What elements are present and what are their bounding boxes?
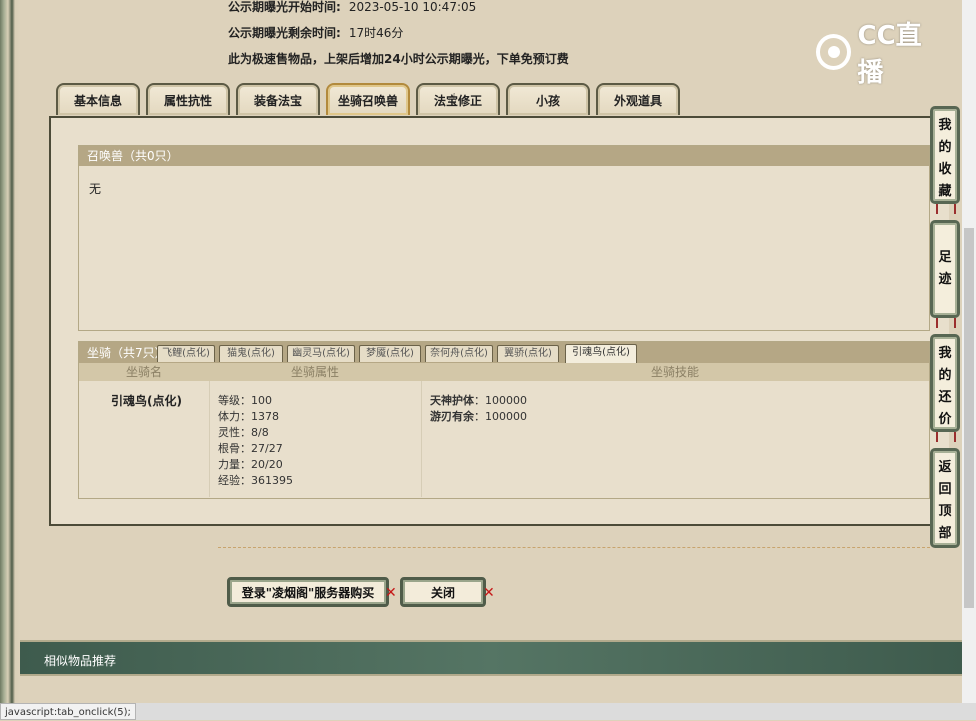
tab-appearance[interactable]: 外观道具 xyxy=(596,83,680,115)
mount-name: 引魂鸟(点化) xyxy=(111,394,182,408)
mount-tab-maogui[interactable]: 猫鬼(点化) xyxy=(219,345,283,362)
attr-value: 1378 xyxy=(251,410,279,423)
browser-status-bar: javascript:tab_onclick(5); xyxy=(0,703,976,720)
mount-section: 坐骑（共7只） 飞鲤(点化) 猫鬼(点化) 幽灵马(点化) 梦魇(点化) 奈何舟… xyxy=(78,341,930,499)
float-label: 我的收藏 xyxy=(938,118,952,199)
tab-label: 属性抗性 xyxy=(163,93,212,108)
attr-key: 经验 xyxy=(218,474,240,487)
publicity-remain: 公示期曝光剩余时间: 17时46分 xyxy=(228,24,403,41)
skill-value: 100000 xyxy=(485,394,527,407)
col-mount-skills: 坐骑技能 xyxy=(421,363,929,381)
tab-label: 坐骑召唤兽 xyxy=(337,93,398,108)
attr-value: 100 xyxy=(251,394,272,407)
mount-attr-strength: 力量：20/20 xyxy=(218,458,283,471)
mount-tab-yinhunniao[interactable]: 引魂鸟(点化) xyxy=(565,344,637,363)
login-buy-button[interactable]: 登录"凌烟阁"服务器购买 xyxy=(227,577,389,607)
tab-basic-info[interactable]: 基本信息 xyxy=(56,83,140,115)
mount-tab-yijiao[interactable]: 翼骄(点化) xyxy=(497,345,559,362)
float-my-favorites[interactable]: 我的收藏 xyxy=(930,106,960,204)
publicity-start: 公示期曝光开始时间: 2023-05-10 10:47:05 xyxy=(228,0,476,15)
tab-label: 装备法宝 xyxy=(253,93,302,108)
attr-key: 体力 xyxy=(218,410,240,423)
float-my-counteroffer[interactable]: 我的还价 xyxy=(930,334,960,432)
tab-equipment[interactable]: 装备法宝 xyxy=(236,83,320,115)
close-x-icon: ✕ xyxy=(483,585,495,601)
tab-label: 小孩 xyxy=(535,93,560,108)
float-label: 返回顶部 xyxy=(938,460,952,541)
mount-skill-1: 天神护体：100000 xyxy=(430,394,527,407)
mount-attr-level: 等级：100 xyxy=(218,394,272,407)
logo-text: CC直播 xyxy=(857,21,922,88)
mount-header: 坐骑（共7只） 飞鲤(点化) 猫鬼(点化) 幽灵马(点化) 梦魇(点化) 奈何舟… xyxy=(79,342,929,363)
attr-key: 灵性 xyxy=(218,426,240,439)
mount-tab-mengyan[interactable]: 梦魇(点化) xyxy=(359,345,421,362)
tab-label: 基本信息 xyxy=(73,93,122,108)
attr-key: 力量 xyxy=(218,458,240,471)
tab-label: 外观道具 xyxy=(613,93,662,108)
publicity-remain-label: 公示期曝光剩余时间: xyxy=(228,26,341,40)
col-divider xyxy=(421,381,422,497)
attr-key: 等级 xyxy=(218,394,240,407)
mount-skill-2: 游刃有余：100000 xyxy=(430,410,527,423)
tab-attributes[interactable]: 属性抗性 xyxy=(146,83,230,115)
summon-section: 召唤兽（共0只） 无 xyxy=(78,145,930,331)
mount-attr-spirit: 灵性：8/8 xyxy=(218,426,269,439)
tab-child[interactable]: 小孩 xyxy=(506,83,590,115)
similar-items-bar: 相似物品推荐 xyxy=(20,640,962,676)
col-mount-name: 坐骑名 xyxy=(79,363,209,381)
mount-attr-stamina: 体力：1378 xyxy=(218,410,279,423)
tab-fabao-fix[interactable]: 法宝修正 ☝ xyxy=(416,83,500,115)
col-divider xyxy=(209,381,210,497)
status-url: javascript:tab_onclick(5); xyxy=(0,703,136,720)
skill-name: 游刃有余 xyxy=(430,410,474,423)
publicity-start-label: 公示期曝光开始时间: xyxy=(228,0,341,14)
attr-key: 根骨 xyxy=(218,442,240,455)
mount-attr-bone: 根骨：27/27 xyxy=(218,442,283,455)
attr-value: 20/20 xyxy=(251,458,283,471)
mount-tab-feili[interactable]: 飞鲤(点化) xyxy=(157,345,215,362)
float-connector xyxy=(936,432,956,442)
float-connector xyxy=(936,318,956,328)
tab-mount-summon[interactable]: 坐骑召唤兽 xyxy=(326,83,410,115)
attr-value: 27/27 xyxy=(251,442,283,455)
close-button[interactable]: 关闭 xyxy=(400,577,486,607)
publicity-start-value: 2023-05-10 10:47:05 xyxy=(348,0,477,14)
float-footprint[interactable]: 足迹 xyxy=(930,220,960,318)
mount-attr-exp: 经验：361395 xyxy=(218,474,293,487)
cc-live-logo-icon xyxy=(816,34,852,70)
float-label: 足迹 xyxy=(938,250,952,287)
similar-items-label: 相似物品推荐 xyxy=(44,654,117,668)
mount-title: 坐骑（共7只） xyxy=(87,346,167,360)
skill-value: 100000 xyxy=(485,410,527,423)
float-back-to-top[interactable]: 返回顶部 xyxy=(930,448,960,548)
cc-live-logo: CC直播 xyxy=(816,21,946,88)
summon-empty-text: 无 xyxy=(89,182,102,196)
attr-value: 8/8 xyxy=(251,426,269,439)
tab-label: 法宝修正 xyxy=(433,93,482,108)
col-mount-attrs: 坐骑属性 xyxy=(209,363,421,381)
mount-tab-naihezhou[interactable]: 奈何舟(点化) xyxy=(425,345,493,362)
close-x-icon: ✕ xyxy=(385,585,397,601)
skill-name: 天神护体 xyxy=(430,394,474,407)
publicity-remain-value: 17时46分 xyxy=(348,26,404,40)
float-label: 我的还价 xyxy=(938,346,952,427)
fast-sale-note: 此为极速售物品，上架后增加24小时公示期曝光，下单免预订费 xyxy=(228,52,569,66)
summon-title: 召唤兽（共0只） xyxy=(79,146,929,166)
scrollbar-thumb[interactable] xyxy=(964,228,974,608)
mount-tab-youlingma[interactable]: 幽灵马(点化) xyxy=(287,345,355,362)
hand-cursor-icon: ☝ xyxy=(448,91,457,107)
attr-value: 361395 xyxy=(251,474,293,487)
dashed-divider xyxy=(218,547,930,548)
left-frame xyxy=(0,0,20,720)
float-connector xyxy=(936,204,956,214)
